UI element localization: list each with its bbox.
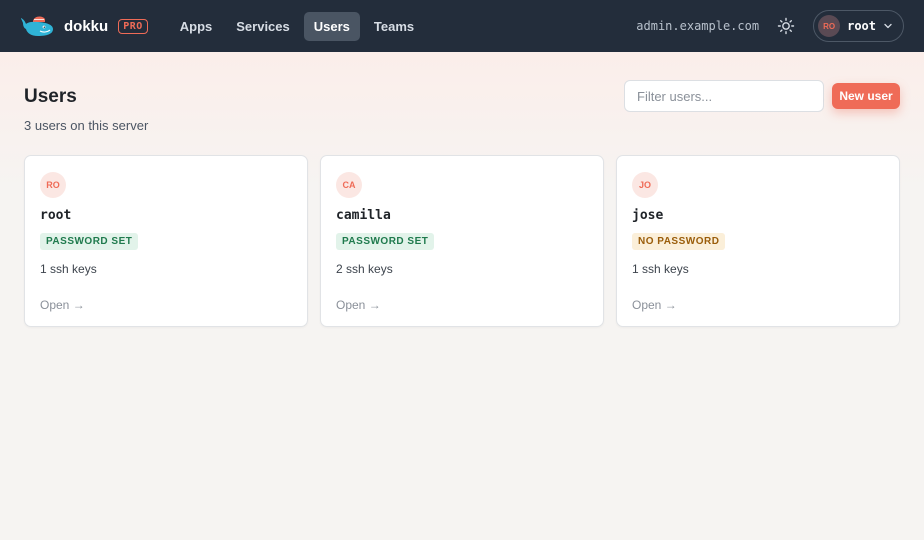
- user-card-root[interactable]: RO root PASSWORD SET 1 ssh keys Open →: [24, 155, 308, 327]
- avatar: RO: [40, 172, 66, 198]
- status-badge: NO PASSWORD: [632, 233, 726, 250]
- nav-item-services[interactable]: Services: [226, 12, 300, 41]
- chevron-down-icon: [884, 23, 892, 29]
- ssh-key-count: 2 ssh keys: [336, 262, 393, 276]
- status-badge: PASSWORD SET: [40, 233, 139, 250]
- user-card-camilla[interactable]: CA camilla PASSWORD SET 2 ssh keys Open …: [320, 155, 604, 327]
- page-title: Users: [24, 86, 77, 107]
- nav-item-users[interactable]: Users: [303, 11, 360, 41]
- user-menu-name: root: [847, 19, 876, 33]
- user-menu[interactable]: RO root: [813, 10, 904, 42]
- filter-users-input[interactable]: [624, 80, 824, 112]
- avatar: RO: [818, 15, 841, 37]
- sun-icon[interactable]: [777, 17, 795, 35]
- nav-item-teams[interactable]: Teams: [364, 12, 424, 41]
- ssh-key-count: 1 ssh keys: [40, 262, 97, 276]
- user-name: camilla: [336, 208, 391, 223]
- avatar: JO: [632, 172, 658, 198]
- pro-badge: PRO: [118, 18, 148, 34]
- open-link[interactable]: Open →: [632, 298, 884, 312]
- new-user-button[interactable]: New user: [832, 83, 900, 109]
- avatar: CA: [336, 172, 362, 198]
- page-subtitle: 3 users on this server: [24, 118, 149, 133]
- host-name: admin.example.com: [636, 19, 760, 33]
- whale-logo-icon: [21, 16, 53, 36]
- main-nav: Apps Services Users Teams: [170, 11, 424, 41]
- nav-item-apps[interactable]: Apps: [170, 12, 223, 41]
- ssh-key-count: 1 ssh keys: [632, 262, 689, 276]
- brand-name: dokku: [64, 17, 109, 35]
- user-name: root: [40, 208, 72, 223]
- top-navigation-bar: dokku PRO Apps Services Users Teams admi…: [0, 0, 924, 52]
- user-name: jose: [632, 208, 664, 223]
- open-link[interactable]: Open →: [40, 298, 292, 312]
- status-badge: PASSWORD SET: [336, 233, 435, 250]
- open-link[interactable]: Open →: [336, 298, 588, 312]
- brand[interactable]: dokku PRO: [20, 13, 148, 39]
- user-card-jose[interactable]: JO jose NO PASSWORD 1 ssh keys Open →: [616, 155, 900, 327]
